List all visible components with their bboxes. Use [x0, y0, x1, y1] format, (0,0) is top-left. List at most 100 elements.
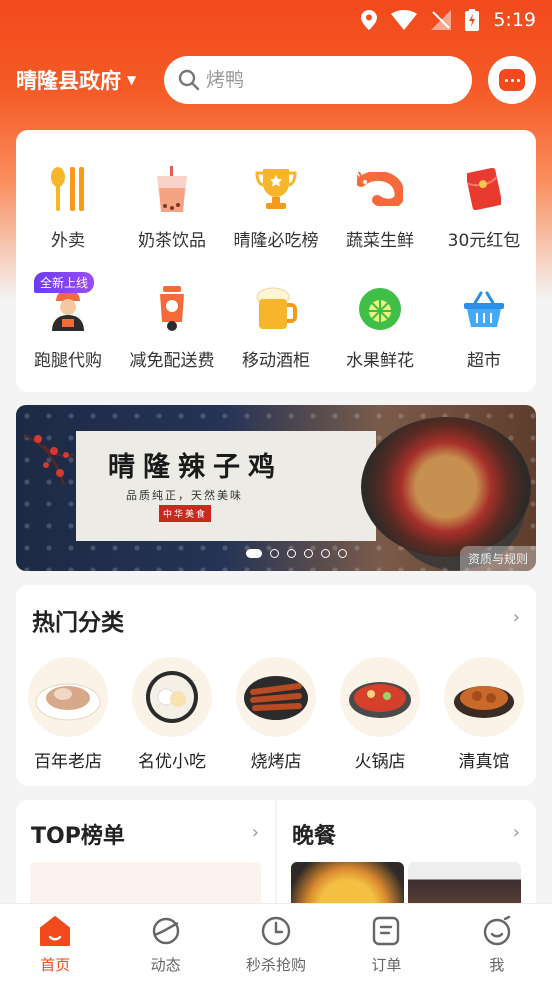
hot-label: 百年老店: [34, 752, 102, 772]
category-item-fresh[interactable]: 蔬菜生鲜: [328, 164, 432, 264]
chopsticks-icon: [43, 164, 93, 214]
banner-dot[interactable]: [321, 549, 330, 558]
hot-item-old-shop[interactable]: 百年老店: [16, 657, 120, 772]
dinner-card[interactable]: 晚餐 ›: [277, 800, 536, 920]
hot-item-bbq[interactable]: 烧烤店: [224, 657, 328, 772]
tab-label: 订单: [371, 956, 402, 974]
top-header: 晴隆县政府 ▼: [0, 54, 552, 106]
tab-label: 我: [489, 956, 505, 974]
tab-label: 首页: [40, 956, 71, 974]
category-label: 晴隆必吃榜: [233, 231, 319, 251]
lime-icon: [355, 284, 405, 334]
banner-stamp: 中华美食: [159, 505, 212, 522]
status-time: 5:19: [493, 9, 536, 31]
hot-label: 烧烤店: [250, 752, 302, 772]
category-label: 蔬菜生鲜: [346, 231, 414, 251]
search-bar[interactable]: [164, 56, 472, 104]
trophy-icon: [251, 164, 301, 214]
banner-title: 晴隆辣子鸡: [108, 452, 283, 483]
tab-home[interactable]: 首页: [0, 904, 110, 981]
profile-icon: [480, 914, 514, 948]
category-label: 水果鲜花: [346, 351, 414, 371]
spicy-chicken-image: [361, 417, 531, 557]
category-item-free-delivery[interactable]: 减免配送费: [120, 284, 224, 384]
category-item-red-envelope[interactable]: 30元红包: [432, 164, 536, 264]
banner-dot[interactable]: [304, 549, 313, 558]
tab-label: 动态: [150, 956, 181, 974]
banner-subtitle: 品质纯正，天然美味: [126, 489, 243, 502]
category-label: 奶茶饮品: [138, 231, 206, 251]
hot-label: 火锅店: [354, 752, 406, 772]
category-item-supermarket[interactable]: 超市: [432, 284, 536, 384]
category-item-must-eat[interactable]: 晴隆必吃榜: [224, 164, 328, 264]
section-title: 热门分类: [32, 610, 124, 636]
chevron-right-icon[interactable]: ›: [252, 822, 259, 843]
category-label: 超市: [467, 351, 501, 371]
hot-item-snacks[interactable]: 名优小吃: [120, 657, 224, 772]
shrimp-icon: [355, 164, 405, 214]
banner-dot[interactable]: [270, 549, 279, 558]
banner-dot[interactable]: [287, 549, 296, 558]
plum-blossom-image: [24, 434, 75, 486]
tab-label: 秒杀抢购: [245, 956, 306, 974]
basket-icon: [459, 284, 509, 334]
milk-tea-icon: [147, 164, 197, 214]
battery-icon: [465, 9, 480, 31]
chevron-right-icon[interactable]: ›: [513, 607, 520, 628]
red-envelope-icon: [459, 164, 509, 214]
dish-image: [132, 657, 212, 737]
section-title: TOP榜单: [31, 824, 125, 849]
hot-item-hotpot[interactable]: 火锅店: [328, 657, 432, 772]
category-item-takeout[interactable]: 外卖: [16, 164, 120, 264]
chevron-down-icon: ▼: [127, 73, 137, 87]
category-item-milk-tea[interactable]: 奶茶饮品: [120, 164, 224, 264]
top-list-card[interactable]: TOP榜单 ›: [16, 800, 275, 920]
section-title: 晚餐: [292, 824, 337, 849]
hot-label: 清真馆: [458, 752, 510, 772]
message-icon: [499, 69, 525, 91]
tab-feed[interactable]: 动态: [110, 904, 220, 981]
location-label: 晴隆县政府: [16, 69, 121, 93]
location-icon: [361, 10, 378, 30]
clock-icon: [259, 914, 293, 948]
wifi-icon: [391, 10, 418, 30]
category-item-fruit[interactable]: 水果鲜花: [328, 284, 432, 384]
beer-icon: [251, 284, 301, 334]
category-label: 外卖: [51, 231, 85, 251]
scooter-icon: [147, 284, 197, 334]
tab-flash-sale[interactable]: 秒杀抢购: [221, 904, 331, 981]
no-signal-icon: [431, 10, 452, 30]
category-item-errand[interactable]: 全新上线 跑腿代购: [16, 272, 120, 384]
hot-categories-card: 热门分类 › 百年老店 名优小吃 烧烤店 火锅店 清真馆: [16, 585, 536, 786]
home-icon: [38, 914, 72, 948]
chevron-right-icon[interactable]: ›: [513, 822, 520, 843]
dish-image: [340, 657, 420, 737]
category-label: 跑腿代购: [34, 351, 102, 371]
category-card: 外卖 奶茶饮品 晴隆必吃榜 蔬菜生鲜 30元红包 全新上线 跑腿代购 减免配送费…: [16, 130, 536, 392]
banner-dot[interactable]: [338, 549, 347, 558]
new-badge: 全新上线: [34, 272, 95, 293]
bottom-tab-bar: 首页 动态 秒杀抢购 订单 我: [0, 903, 552, 981]
category-label: 减免配送费: [129, 351, 215, 371]
dish-image: [28, 657, 108, 737]
tab-profile[interactable]: 我: [442, 904, 552, 981]
banner-pagination: [246, 549, 347, 558]
hot-categories-list: 百年老店 名优小吃 烧烤店 火锅店 清真馆: [16, 657, 536, 772]
message-button[interactable]: [488, 56, 536, 104]
location-selector[interactable]: 晴隆县政府 ▼: [16, 65, 156, 95]
status-bar: 5:19: [0, 0, 552, 40]
search-icon: [178, 69, 200, 91]
tab-orders[interactable]: 订单: [331, 904, 441, 981]
category-item-liquor[interactable]: 移动酒柜: [224, 284, 328, 384]
dish-image: [236, 657, 316, 737]
hot-label: 名优小吃: [138, 752, 206, 772]
hot-item-halal[interactable]: 清真馆: [432, 657, 536, 772]
category-label: 30元红包: [447, 231, 521, 251]
dish-image: [444, 657, 524, 737]
search-input[interactable]: [206, 69, 446, 91]
promo-banner[interactable]: 晴隆辣子鸡 品质纯正，天然美味 中华美食 资质与规则: [16, 405, 536, 571]
planet-icon: [149, 914, 183, 948]
order-icon: [369, 914, 403, 948]
qualification-link[interactable]: 资质与规则: [459, 546, 536, 571]
banner-dot[interactable]: [246, 549, 262, 558]
